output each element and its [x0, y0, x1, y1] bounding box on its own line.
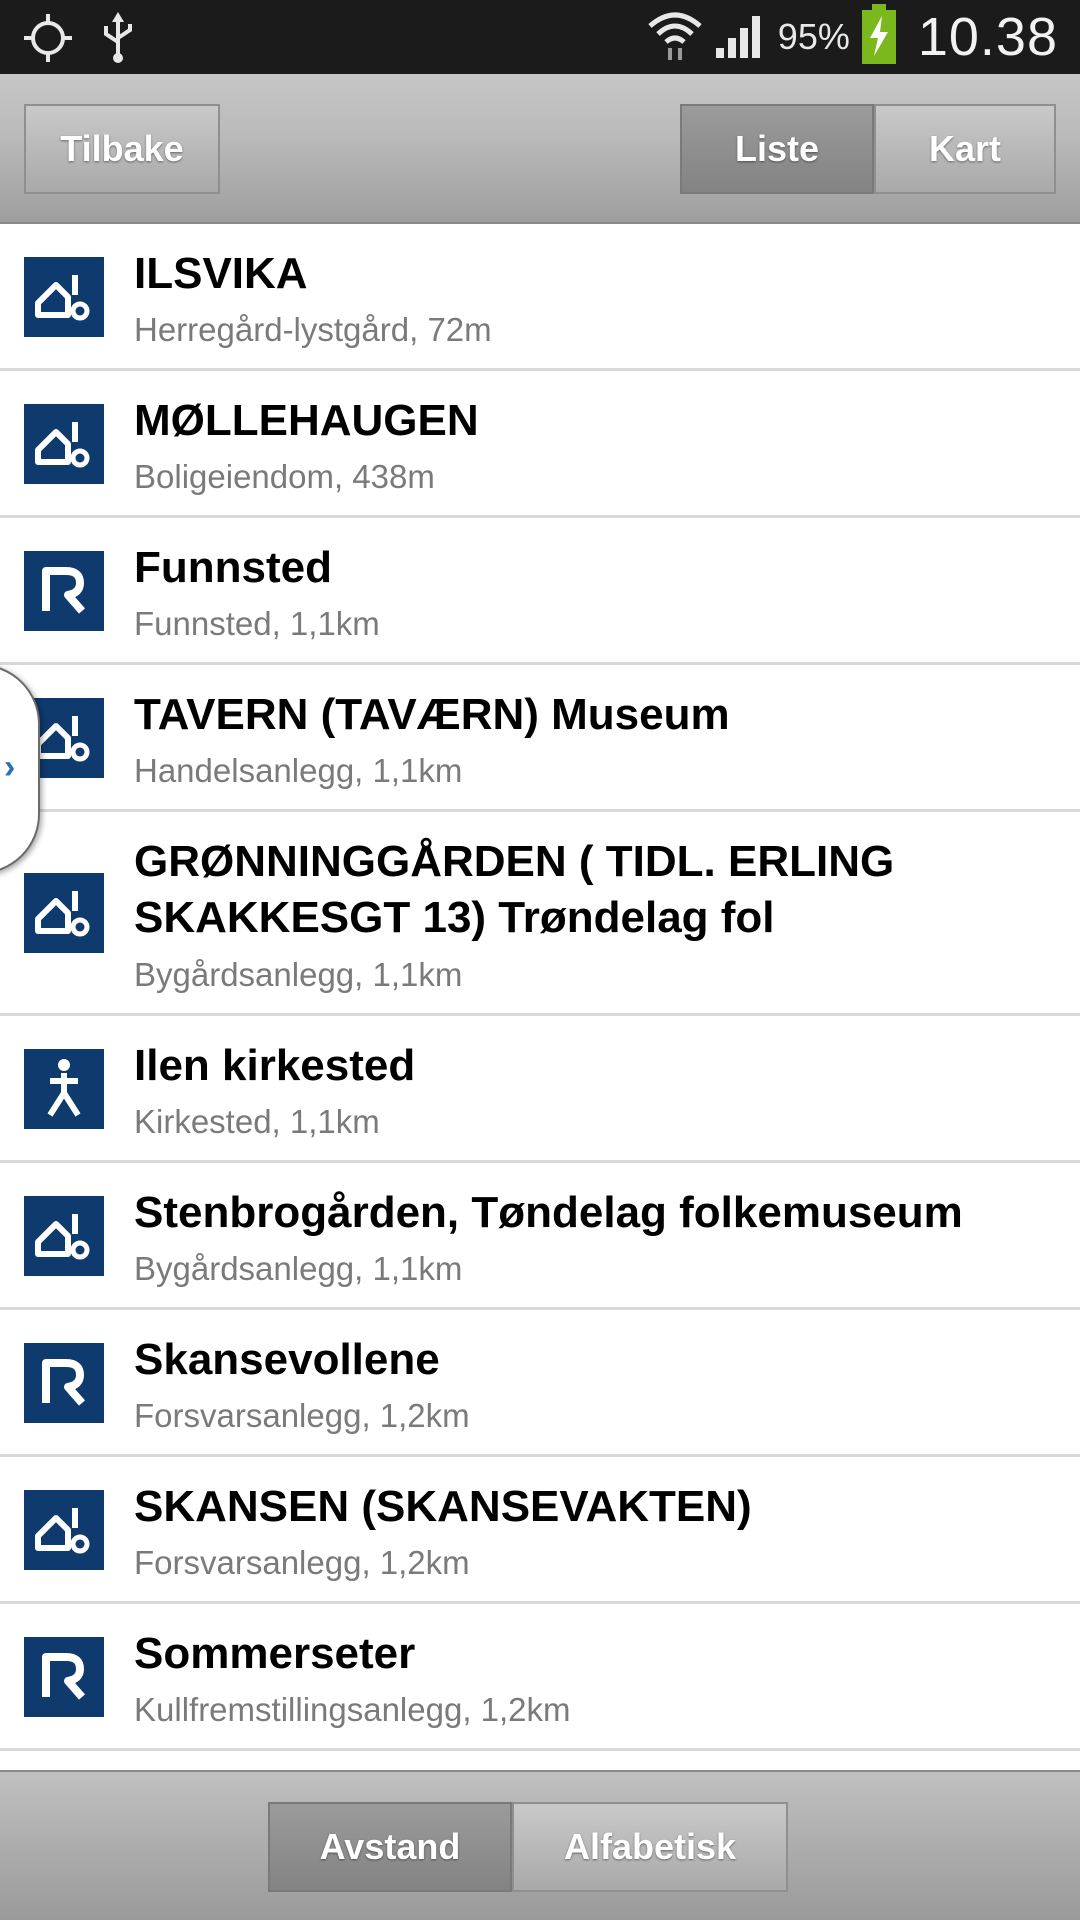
item-subtitle: Forsvarsanlegg, 1,2km	[134, 1544, 470, 1581]
building-icon	[24, 404, 104, 484]
item-subtitle: Bygårdsanlegg, 1,1km	[134, 1250, 463, 1287]
list-item[interactable]: Funnsted Funnsted, 1,1km	[0, 518, 1080, 665]
sort-avstand-button[interactable]: Avstand	[268, 1802, 512, 1892]
item-title: Stenbrogården, Tøndelag folkemuseum	[134, 1188, 963, 1237]
r-mark-icon	[24, 1637, 104, 1717]
building-icon	[24, 1490, 104, 1570]
list-item[interactable]: SKANSEN (SKANSEVAKTEN) Forsvarsanlegg, 1…	[0, 1457, 1080, 1604]
back-button[interactable]: Tilbake	[24, 104, 220, 194]
usb-icon	[100, 12, 136, 69]
sort-alfabetisk-button[interactable]: Alfabetisk	[512, 1802, 788, 1892]
status-right: 95% 10.38	[646, 0, 1058, 74]
battery-percent: 95%	[777, 16, 850, 57]
item-subtitle: Funnsted, 1,1km	[134, 605, 380, 642]
item-subtitle: Kullfremstillingsanlegg, 1,2km	[134, 1691, 571, 1728]
signal-icon	[714, 10, 768, 65]
list-item[interactable]: TAVERN (TAVÆRN) Museum Handelsanlegg, 1,…	[0, 665, 1080, 812]
list-item[interactable]: Ilen kirkested Kirkested, 1,1km	[0, 1016, 1080, 1163]
list-item[interactable]: GRØNNINGGÅRDEN ( TIDL. ERLING SKAKKESGT …	[0, 812, 1080, 1016]
list-item[interactable]: MØLLEHAUGEN Boligeiendom, 438m	[0, 371, 1080, 518]
item-title: TAVERN (TAVÆRN) Museum	[134, 690, 730, 739]
item-subtitle: Handelsanlegg, 1,1km	[134, 752, 463, 789]
building-icon	[24, 873, 104, 953]
item-title: GRØNNINGGÅRDEN ( TIDL. ERLING SKAKKESGT …	[134, 837, 895, 942]
item-subtitle: Herregård-lystgård, 72m	[134, 311, 492, 348]
building-icon	[24, 257, 104, 337]
item-title: Sommerseter	[134, 1629, 416, 1678]
item-subtitle: Forsvarsanlegg, 1,2km	[134, 1397, 470, 1434]
item-title: Funnsted	[134, 543, 332, 592]
battery-charging-icon	[860, 3, 898, 71]
results-list: ILSVIKA Herregård-lystgård, 72m MØLLEHAU…	[0, 224, 1080, 1751]
church-site-icon	[24, 1049, 104, 1129]
r-mark-icon	[24, 1343, 104, 1423]
item-title: ILSVIKA	[134, 249, 308, 298]
clock: 10.38	[917, 7, 1058, 67]
building-icon	[24, 1196, 104, 1276]
gps-icon	[22, 12, 74, 69]
top-action-bar: Tilbake Liste Kart	[0, 74, 1080, 224]
item-title: Skansevollene	[134, 1335, 440, 1384]
item-title: SKANSEN (SKANSEVAKTEN)	[134, 1482, 752, 1531]
item-subtitle: Kirkested, 1,1km	[134, 1103, 380, 1140]
tab-liste[interactable]: Liste	[680, 104, 874, 194]
item-title: Ilen kirkested	[134, 1041, 416, 1090]
list-item[interactable]: ILSVIKA Herregård-lystgård, 72m	[0, 224, 1080, 371]
list-item[interactable]: Skansevollene Forsvarsanlegg, 1,2km	[0, 1310, 1080, 1457]
list-item[interactable]: Stenbrogården, Tøndelag folkemuseum Bygå…	[0, 1163, 1080, 1310]
item-subtitle: Bygårdsanlegg, 1,1km	[134, 956, 463, 993]
chevron-right-icon: ›	[4, 748, 16, 786]
r-mark-icon	[24, 551, 104, 631]
tab-kart[interactable]: Kart	[874, 104, 1056, 194]
bottom-sort-bar: Avstand Alfabetisk	[0, 1770, 1080, 1920]
status-left	[22, 12, 136, 69]
list-item[interactable]: Sommerseter Kullfremstillingsanlegg, 1,2…	[0, 1604, 1080, 1751]
item-subtitle: Boligeiendom, 438m	[134, 458, 435, 495]
item-title: MØLLEHAUGEN	[134, 396, 479, 445]
status-bar: 95% 10.38	[0, 0, 1080, 74]
wifi-icon	[646, 8, 704, 67]
